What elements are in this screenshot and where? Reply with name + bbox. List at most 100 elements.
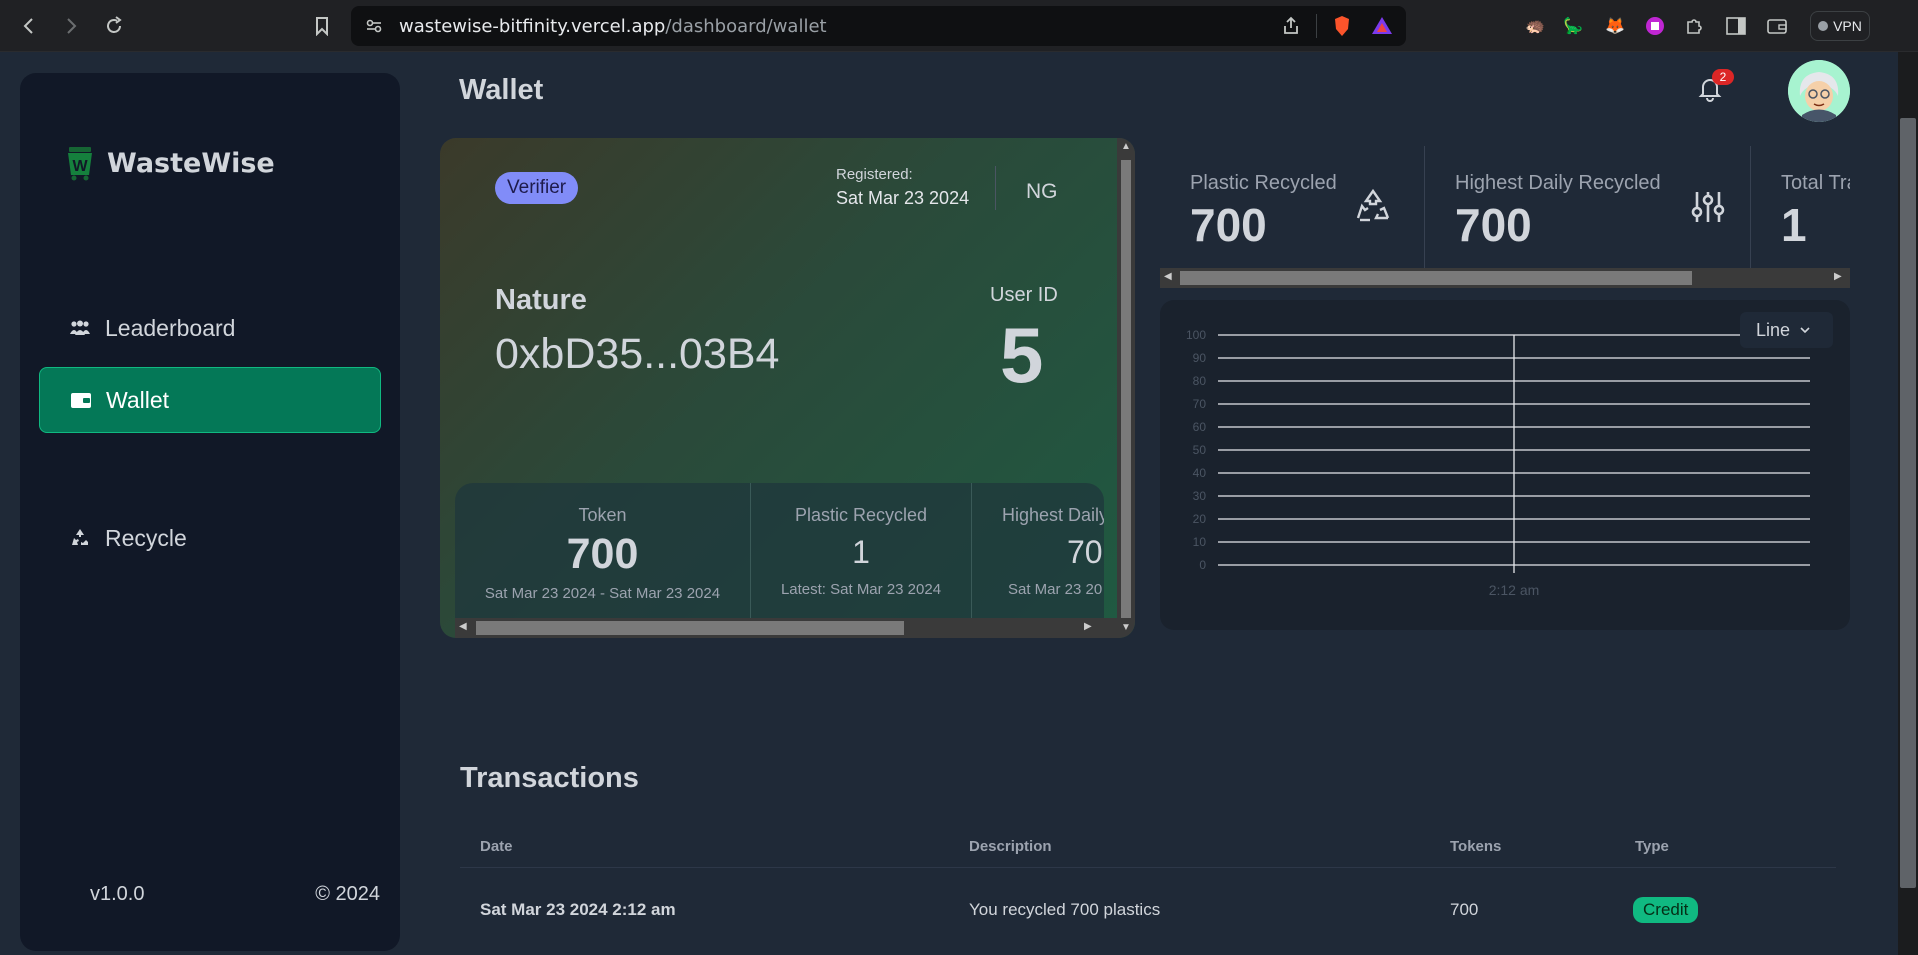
url-host: wastewise-bitfinity.vercel.app	[399, 16, 666, 37]
card-vertical-scrollbar-thumb[interactable]	[1121, 160, 1131, 618]
chevron-down-icon	[1800, 327, 1810, 333]
stat-label: Highest Daily Recycled	[1455, 172, 1661, 194]
brand-logo[interactable]: W WasteWise	[65, 145, 275, 181]
transactions-title: Transactions	[460, 762, 639, 794]
recycle-icon	[72, 529, 88, 545]
y-tick-label: 80	[1193, 374, 1207, 388]
wallet-icon	[71, 393, 91, 408]
transaction-tokens: 700	[1450, 900, 1479, 919]
divider	[1316, 14, 1317, 38]
vpn-button[interactable]: VPN	[1810, 11, 1870, 41]
wallet-name: Nature	[495, 284, 587, 316]
scroll-up-icon[interactable]: ▲	[1121, 141, 1131, 155]
y-tick-label: 60	[1193, 420, 1207, 434]
brave-rewards-icon[interactable]	[1371, 15, 1393, 42]
extension-icon[interactable]	[1642, 13, 1668, 39]
sidebar-item-label: Leaderboard	[105, 314, 236, 341]
notification-badge: 2	[1712, 69, 1734, 85]
stat-label: Plastic Recycled	[1190, 172, 1337, 194]
card-stats: Token 700 Sat Mar 23 2024 - Sat Mar 23 2…	[455, 483, 1104, 623]
transaction-date: Sat Mar 23 2024 2:12 am	[480, 900, 676, 919]
reload-icon[interactable]	[100, 12, 128, 40]
y-tick-label: 90	[1193, 351, 1207, 365]
registered-label: Registered:	[836, 166, 913, 183]
vpn-label: VPN	[1833, 18, 1862, 34]
divider	[995, 166, 996, 210]
card-stat-highest: Highest Daily 70 Sat Mar 23 20	[972, 483, 1104, 623]
avatar[interactable]	[1788, 60, 1850, 122]
y-tick-label: 10	[1193, 535, 1207, 549]
scroll-right-icon[interactable]: ▶	[1084, 621, 1092, 632]
extension-icon[interactable]: 🦕	[1560, 13, 1586, 39]
stat-sub: Sat Mar 23 2024 - Sat Mar 23 2024	[484, 585, 721, 602]
y-tick-label: 40	[1193, 466, 1207, 480]
site-info-icon[interactable]	[365, 17, 383, 40]
summary-stats: Plastic Recycled 700 Highest Daily Recyc…	[1160, 146, 1850, 268]
y-tick-label: 70	[1193, 397, 1207, 411]
stat-value: 700	[566, 530, 639, 578]
transaction-type-badge: Credit	[1633, 897, 1699, 923]
scroll-down-icon[interactable]: ▼	[1121, 622, 1131, 636]
sliders-icon	[1687, 186, 1729, 228]
card-horizontal-scrollbar-thumb[interactable]	[476, 621, 904, 635]
y-tick-label: 50	[1193, 443, 1207, 457]
stat-value: 700	[1190, 199, 1267, 251]
brand-name: WasteWise	[107, 147, 275, 179]
stat-sub: Sat Mar 23 20	[1008, 581, 1103, 598]
vpn-status-icon	[1818, 21, 1829, 31]
url-path: /dashboard/wallet	[665, 16, 827, 37]
stat-highest-daily: Highest Daily Recycled 700	[1425, 146, 1751, 268]
forward-icon[interactable]	[57, 12, 85, 40]
scroll-right-icon[interactable]: ▶	[1834, 271, 1842, 282]
stat-total-transactions: Total Tra 1	[1751, 146, 1850, 268]
sidebar-item-label: Wallet	[106, 386, 170, 413]
y-tick-label: 100	[1186, 328, 1206, 342]
sidebar-item-label: Recycle	[105, 524, 187, 551]
address-bar[interactable]: wastewise-bitfinity.vercel.app/dashboard…	[351, 6, 1406, 46]
column-header-description: Description	[969, 838, 1052, 855]
stats-horizontal-scrollbar-thumb[interactable]	[1180, 271, 1692, 285]
copyright-label: © 2024	[315, 883, 380, 905]
stat-label: Plastic Recycled	[794, 505, 928, 525]
share-icon[interactable]	[1281, 16, 1301, 41]
stat-value: 700	[1455, 199, 1532, 251]
page-title: Wallet	[459, 74, 544, 106]
stat-sub: Latest: Sat Mar 23 2024	[780, 581, 942, 598]
user-id-value: 5	[1000, 311, 1044, 399]
column-header-tokens: Tokens	[1450, 838, 1502, 855]
stat-value: 1	[1781, 199, 1807, 251]
brave-shield-icon[interactable]	[1331, 15, 1353, 42]
trash-bin-icon: W	[68, 147, 92, 181]
stat-label: Token	[578, 505, 627, 525]
back-icon[interactable]	[15, 12, 43, 40]
sidebar: W WasteWise Leaderboard Wallet Recycle v…	[20, 73, 400, 951]
scroll-left-icon[interactable]: ◀	[459, 621, 467, 632]
column-header-type: Type	[1635, 838, 1669, 855]
puzzle-icon[interactable]	[1681, 13, 1707, 39]
card-stat-token: Token 700 Sat Mar 23 2024 - Sat Mar 23 2…	[455, 483, 751, 623]
stat-value: 1	[852, 534, 870, 570]
bookmark-icon[interactable]	[308, 12, 336, 40]
wallet-address: 0xbD35...03B4	[495, 330, 780, 378]
registered-date: Sat Mar 23 2024	[836, 188, 970, 208]
recycle-icon	[1352, 186, 1394, 228]
sidebar-item-wallet[interactable]: Wallet	[39, 367, 381, 433]
metamask-icon[interactable]: 🦊	[1602, 13, 1628, 39]
url-text: wastewise-bitfinity.vercel.app/dashboard…	[399, 16, 827, 37]
chart-type-select[interactable]: Line	[1740, 312, 1833, 348]
user-id-label: User ID	[990, 284, 1058, 306]
sidebar-item-leaderboard[interactable]: Leaderboard	[39, 295, 381, 361]
scroll-left-icon[interactable]: ◀	[1164, 271, 1172, 282]
transaction-description: You recycled 700 plastics	[969, 900, 1161, 919]
wallet-card: Verifier Registered: Sat Mar 23 2024 NG …	[440, 138, 1135, 638]
svg-text:W: W	[72, 158, 88, 175]
column-header-date: Date	[480, 838, 513, 855]
sidebar-item-recycle[interactable]: Recycle	[39, 505, 381, 571]
wallet-icon[interactable]	[1764, 13, 1790, 39]
users-icon	[70, 320, 90, 335]
stat-plastic-recycled: Plastic Recycled 700	[1160, 146, 1425, 268]
extension-icon[interactable]: 🦔	[1522, 13, 1548, 39]
sidebar-footer: v1.0.0 © 2024	[90, 883, 380, 906]
sidebar-toggle-icon[interactable]	[1723, 13, 1749, 39]
page-scrollbar-thumb[interactable]	[1900, 118, 1916, 888]
